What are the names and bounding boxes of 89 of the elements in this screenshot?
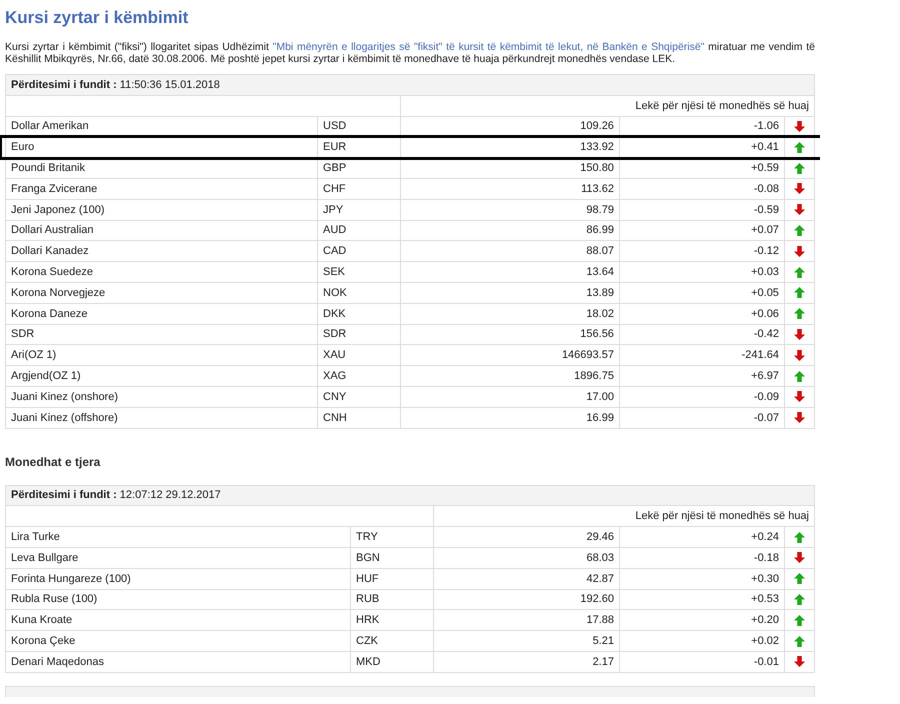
table-cell: 5.21 [434, 630, 620, 652]
table-cell: 42.87 [434, 568, 620, 590]
table-cell: JPY [318, 199, 400, 220]
table-cell: SEK [318, 262, 400, 282]
table-cell: +6.97 [619, 366, 784, 386]
table-cell: 113.62 [400, 178, 620, 200]
table-cell: 150.80 [400, 158, 620, 178]
table-cell: -0.59 [619, 199, 784, 220]
table-cell: 1896.75 [400, 366, 620, 386]
table-cell: Argjend(OZ 1) [6, 366, 318, 386]
table-cell: 13.89 [400, 282, 620, 304]
table-cell: CZK [350, 630, 434, 652]
table-cell: +0.06 [619, 303, 784, 324]
table-cell: +0.53 [619, 589, 784, 610]
table-cell: SDR [6, 324, 318, 345]
table-cell: Dollari Australian [6, 220, 318, 241]
table-cell: +0.59 [619, 158, 784, 178]
table-cell: 29.46 [434, 526, 620, 548]
table-cell: -0.08 [619, 178, 784, 200]
table-cell: Juani Kinez (offshore) [6, 407, 318, 428]
table-cell: Leva Bullgare [6, 547, 350, 568]
table-cell: Kuna Kroate [6, 610, 350, 631]
table-cell: XAU [318, 344, 400, 366]
table-cell: +0.07 [619, 220, 784, 241]
table-cell: HUF [350, 568, 434, 590]
table-cell: NOK [318, 282, 400, 304]
table-cell: 2.17 [434, 651, 620, 672]
table-cell: 88.07 [400, 240, 620, 262]
table-cell: +0.24 [619, 526, 784, 548]
table-cell: TRY [350, 526, 434, 548]
table-cell: -0.18 [619, 547, 784, 568]
section-heading: Monedhat e tjera [5, 454, 102, 469]
table-cell: -0.01 [619, 651, 784, 672]
table-cell: CHF [318, 178, 400, 200]
table-cell: 68.03 [434, 547, 620, 568]
table-cell: XAG [318, 366, 400, 386]
table-cell: +0.30 [619, 568, 784, 590]
table-cell: MKD [350, 651, 434, 672]
table-cell: Korona Çeke [6, 630, 350, 652]
page-title: Kursi zyrtar i këmbimit [5, 8, 190, 28]
table-cell: Juani Kinez (onshore) [6, 386, 318, 408]
table-cell: +0.03 [619, 262, 784, 282]
table-cell: HRK [350, 610, 434, 631]
table-cell: -0.42 [619, 324, 784, 345]
table-cell: 13.64 [400, 262, 620, 282]
table-cell: 16.99 [400, 407, 620, 428]
table-cell: BGN [350, 547, 434, 568]
table-cell: CAD [318, 240, 400, 262]
column-header: Lekë për njësi të monedhës së huaj [400, 95, 814, 116]
table-cell: +0.05 [619, 282, 784, 304]
intro-paragraph: Kursi zyrtar i këmbimit ("fiksi") llogaritet sipas Udhëzimit "Mbi mënyrën e llogaritjes së "fiksit" të kursit të këmbimit të lekut, në Bankën e Shqipërisë" miratuar me vendim të Këshillit Mbikqyrës, Nr.66, datë 30.08.2006. Më poshtë jepet kursi zyrtar i këmbimit të monedhave të huaja përkundrejt monedhës vendase LEK. [5, 41, 815, 65]
table-cell: 17.88 [434, 610, 620, 631]
table-cell: Dollari Kanadez [6, 240, 318, 262]
table-cell: 192.60 [434, 589, 620, 610]
table-cell: AUD [318, 220, 400, 241]
table-cell: +0.02 [619, 630, 784, 652]
table-cell: GBP [318, 158, 400, 178]
table-cell: Korona Norvegjeze [6, 282, 318, 304]
table-cell: -0.12 [619, 240, 784, 262]
table-cell: 146693.57 [400, 344, 620, 366]
table-cell: Dollar Amerikan [6, 116, 318, 137]
table-cell: RUB [350, 589, 434, 610]
table-cell: 17.00 [400, 386, 620, 408]
column-header: Lekë për njësi të monedhës së huaj [434, 506, 814, 527]
table-cell: -0.09 [619, 386, 784, 408]
table-cell: Korona Daneze [6, 303, 318, 324]
table-cell: 18.02 [400, 303, 620, 324]
guideline-link[interactable]: "Mbi mënyrën e llogaritjes së "fiksit" të kursit të këmbimit të lekut, në Bankën e Shqipërisë" [272, 41, 704, 53]
table-cell: Poundi Britanik [6, 158, 318, 178]
table-cell: 86.99 [400, 220, 620, 241]
table-cell: Rubla Ruse (100) [6, 589, 350, 610]
table-cell: +0.20 [619, 610, 784, 631]
table-cell: 156.56 [400, 324, 620, 345]
table-cell: -0.07 [619, 407, 784, 428]
table-cell: Jeni Japonez (100) [6, 199, 318, 220]
update-cell: Përditesimi i fundit : 11:50:36 15.01.2018 [6, 74, 814, 96]
table-cell: SDR [318, 324, 400, 345]
table-cell: Lira Turke [6, 526, 350, 548]
table-cell: Franga Zvicerane [6, 178, 318, 200]
table-cell: Denari Maqedonas [6, 651, 350, 672]
table-cell: -241.64 [619, 344, 784, 366]
table-cell: CNY [318, 386, 400, 408]
update-cell: Përditesimi i fundit : 12:07:12 29.12.2017 [6, 485, 814, 506]
table-cell: Forinta Hungareze (100) [6, 568, 350, 590]
table-cell: Ari(OZ 1) [6, 344, 318, 366]
table-cell: Korona Suedeze [6, 262, 318, 282]
table-cell: DKK [318, 303, 400, 324]
table-cell: CNH [318, 407, 400, 428]
table-cell: 98.79 [400, 199, 620, 220]
